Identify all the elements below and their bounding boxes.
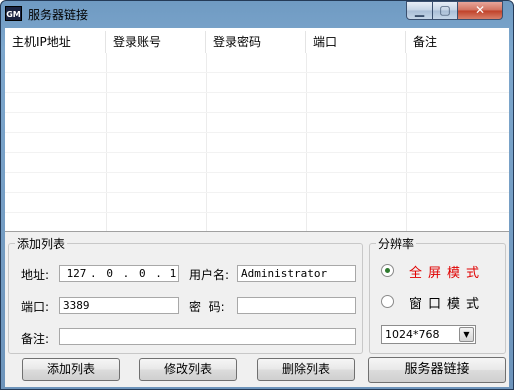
ip-octet-3[interactable]: 0	[129, 266, 155, 281]
column-header-port[interactable]: 端口	[306, 31, 406, 53]
note-field[interactable]	[59, 328, 356, 345]
chevron-down-icon[interactable]: ▼	[459, 327, 474, 342]
ip-octet-4[interactable]: 1	[162, 266, 178, 281]
minimize-button[interactable]: ▁	[406, 1, 433, 20]
column-header-note[interactable]: 备注	[406, 31, 509, 53]
resolution-select[interactable]: 1024*768 ▼	[381, 325, 476, 344]
close-button[interactable]: ✕	[457, 1, 503, 20]
add-list-button[interactable]: 添加列表	[22, 358, 120, 381]
minimize-icon: ▁	[414, 3, 425, 17]
note-label: 备注:	[21, 332, 50, 346]
server-list-header: 主机IP地址 登录账号 登录密码 端口 备注	[5, 31, 509, 53]
ip-dot: .	[90, 267, 97, 280]
column-divider	[106, 53, 107, 231]
row-divider	[5, 192, 509, 193]
password-label: 密 码:	[189, 300, 225, 314]
row-divider	[5, 152, 509, 153]
delete-list-button[interactable]: 删除列表	[257, 358, 355, 381]
client-area: 主机IP地址 登录账号 登录密码 端口 备注 添加列表 地址: 127 . 0 …	[5, 28, 509, 387]
ip-octet-1[interactable]: 127	[63, 266, 90, 281]
ip-dot: .	[122, 267, 130, 280]
port-label: 端口:	[21, 300, 50, 314]
windowed-label[interactable]: 窗口模式	[409, 293, 485, 312]
column-divider	[306, 53, 307, 231]
column-header-password[interactable]: 登录密码	[206, 31, 306, 53]
row-divider	[5, 212, 509, 213]
address-label: 地址:	[21, 268, 50, 282]
row-divider	[5, 92, 509, 93]
row-divider	[5, 72, 509, 73]
close-icon: ✕	[474, 3, 486, 17]
title-bar[interactable]: GM 服务器链接 ▁ ▢ ✕	[1, 1, 513, 27]
column-header-account[interactable]: 登录账号	[106, 31, 206, 53]
password-field[interactable]	[237, 297, 356, 314]
column-divider	[406, 53, 407, 231]
resolution-value: 1024*768	[385, 328, 440, 341]
username-label: 用户名:	[189, 268, 230, 282]
maximize-icon: ▢	[439, 3, 451, 17]
app-window: GM 服务器链接 ▁ ▢ ✕ 主机IP地址 登录账号 登录密码 端口 备注 添加…	[0, 0, 514, 390]
server-list-rows[interactable]	[5, 53, 509, 231]
row-divider	[5, 132, 509, 133]
add-list-group-title: 添加列表	[17, 237, 66, 251]
ip-address-field[interactable]: 127. 0. 0. 1	[59, 265, 179, 282]
column-divider	[206, 53, 207, 231]
server-list[interactable]: 主机IP地址 登录账号 登录密码 端口 备注	[5, 28, 509, 232]
fullscreen-radio[interactable]	[381, 264, 394, 277]
column-header-host-ip[interactable]: 主机IP地址	[5, 31, 106, 53]
ip-dot: .	[155, 267, 162, 280]
app-icon: GM	[5, 6, 22, 21]
ip-octet-2[interactable]: 0	[97, 266, 123, 281]
row-divider	[5, 172, 509, 173]
window-title: 服务器链接	[28, 8, 89, 22]
edit-list-button[interactable]: 修改列表	[139, 358, 237, 381]
windowed-radio[interactable]	[381, 295, 394, 308]
connect-server-button[interactable]: 服务器链接	[368, 357, 506, 383]
resolution-group-title: 分辨率	[378, 237, 415, 251]
username-field[interactable]: Administrator	[237, 265, 356, 282]
maximize-button[interactable]: ▢	[432, 1, 458, 20]
row-divider	[5, 112, 509, 113]
fullscreen-label[interactable]: 全屏模式	[409, 262, 485, 281]
port-field[interactable]: 3389	[59, 297, 179, 314]
